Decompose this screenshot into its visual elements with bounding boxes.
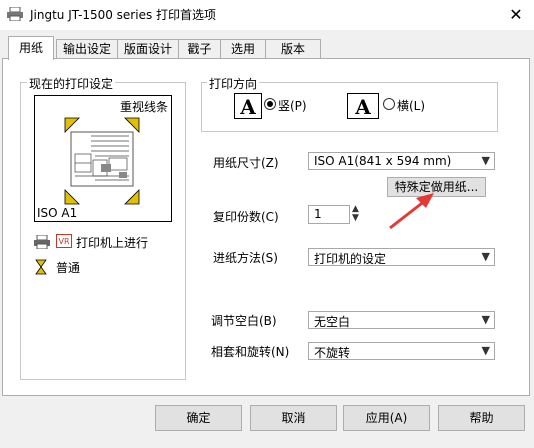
chevron-down-icon: ▼: [481, 250, 490, 263]
tab-label: 版面设计: [123, 42, 172, 56]
landscape-radio[interactable]: [383, 98, 395, 110]
printer-icon: [34, 235, 50, 249]
portrait-radio[interactable]: [264, 98, 276, 110]
tab-label: 输出设定: [62, 42, 111, 56]
tab-stamp[interactable]: 戳子: [178, 39, 221, 59]
copies-input[interactable]: 1: [308, 205, 350, 224]
tab-version[interactable]: 版本: [265, 39, 321, 59]
rotate-label: 相套和旋转(N): [211, 345, 290, 359]
feed-value: 打印机的设定: [314, 252, 387, 266]
landscape-label: 横(L): [397, 99, 426, 113]
chevron-down-icon: ▼: [481, 313, 490, 326]
paper-size-label: 用纸尺寸(Z): [213, 156, 279, 170]
tab-label: 版本: [280, 42, 305, 56]
portrait-label: 竖(P): [278, 99, 307, 113]
paper-size-select[interactable]: ISO A1(841 x 594 mm) ▼: [308, 152, 495, 170]
help-button[interactable]: 帮助: [438, 405, 525, 431]
rotate-value: 不旋转: [314, 346, 351, 360]
ok-button[interactable]: 确定: [155, 405, 242, 431]
preview-paper-label: ISO A1: [37, 206, 78, 220]
tab-options[interactable]: 选用: [220, 39, 266, 59]
close-button[interactable]: ✕: [498, 0, 534, 28]
rotate-select[interactable]: 不旋转 ▼: [308, 342, 495, 360]
feed-label: 进纸方法(S): [213, 251, 278, 265]
quality-status-text: 普通: [56, 261, 81, 275]
tab-output[interactable]: 输出设定: [56, 39, 118, 59]
close-icon: ✕: [509, 4, 523, 24]
margin-select[interactable]: 无空白 ▼: [308, 311, 495, 329]
feed-select[interactable]: 打印机的设定 ▼: [308, 248, 495, 266]
chevron-down-icon: ▼: [481, 344, 490, 357]
apply-button[interactable]: 应用(A): [343, 405, 430, 431]
landscape-icon: A: [347, 93, 379, 119]
printer-icon: [7, 7, 23, 21]
margin-value: 无空白: [314, 315, 351, 329]
tab-label: 用纸: [18, 41, 43, 55]
hourglass-icon: [35, 259, 47, 275]
paper-preview: 重视线条 ISO A1: [34, 95, 172, 222]
tab-paper[interactable]: 用纸: [8, 36, 54, 60]
copies-label: 复印份数(C): [213, 210, 279, 224]
window-title: Jingtu JT-1500 series 打印首选项: [30, 8, 217, 22]
copies-stepper[interactable]: ▲ ▼: [352, 205, 359, 223]
vr-badge-icon: VR: [56, 234, 72, 248]
portrait-icon: A: [234, 93, 262, 119]
tab-label: 选用: [230, 42, 255, 56]
annotation-arrow: [389, 193, 434, 230]
current-settings-label: 现在的打印设定: [27, 75, 116, 92]
paper-size-value: ISO A1(841 x 594 mm): [314, 154, 452, 168]
tab-label: 戳子: [187, 42, 212, 56]
cancel-button[interactable]: 取消: [250, 405, 337, 431]
margin-label: 调节空白(B): [211, 314, 277, 328]
chevron-down-icon: ▼: [481, 154, 490, 167]
tab-layout[interactable]: 版面设计: [117, 39, 179, 59]
preview-drawing: [64, 117, 140, 205]
printer-status-text: 打印机上进行: [76, 236, 149, 250]
orientation-label: 打印方向: [207, 75, 260, 92]
title-bar: Jingtu JT-1500 series 打印首选项 ✕: [0, 0, 534, 30]
copies-value: 1: [314, 207, 322, 221]
